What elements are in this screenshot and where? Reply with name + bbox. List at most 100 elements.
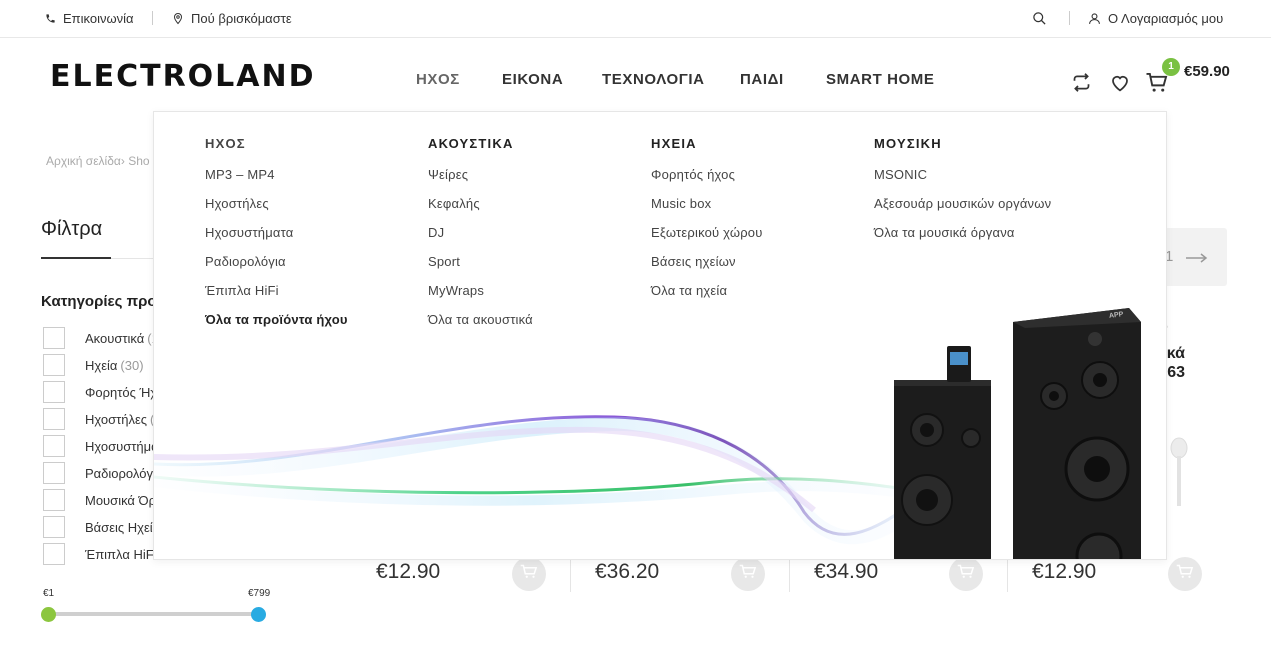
breadcrumb-current[interactable]: Sho [128, 154, 149, 168]
product-price: €12.90 [1032, 560, 1097, 583]
category-label: Μουσικά Όρ [85, 492, 157, 508]
product-price: €34.90 [814, 560, 879, 583]
top-bar: Επικοινωνία Πού βρισκόμαστε Ο Λογαριασμό… [0, 0, 1271, 38]
checkbox[interactable] [43, 543, 65, 565]
megamenu-heading[interactable]: ΜΟΥΣΙΚΗ [874, 136, 1051, 151]
contact-link[interactable]: Επικοινωνία [45, 11, 134, 26]
product-price: €12.90 [376, 560, 441, 583]
megamenu-link[interactable]: Εξωτερικού χώρου [651, 225, 763, 254]
product-price: €36.20 [595, 560, 660, 583]
heart-icon[interactable] [1109, 72, 1131, 98]
megamenu-column-speakers: ΗΧΕΙΑ Φορητός ήχος Music box Εξωτερικού … [651, 136, 763, 312]
megamenu-link-all[interactable]: Όλα τα μουσικά όργανα [874, 225, 1051, 254]
megamenu-link[interactable]: Music box [651, 196, 763, 225]
megamenu-link[interactable]: DJ [428, 225, 533, 254]
checkbox[interactable] [43, 381, 65, 403]
logo-text: ELECTROLAND [50, 58, 316, 94]
location-link[interactable]: Πού βρισκόμαστε [172, 11, 292, 26]
megamenu-column-music: ΜΟΥΣΙΚΗ MSONIC Αξεσουάρ μουσικών οργάνων… [874, 136, 1051, 254]
price-slider-min-handle[interactable] [41, 607, 56, 622]
column-divider [570, 560, 571, 592]
search-button[interactable] [1032, 11, 1047, 26]
megamenu-column-sound: ΗΧΟΣ MP3 – MP4 Ηχοστήλες Ηχοσυστήματα Ρα… [205, 136, 348, 341]
megamenu-link[interactable]: MSONIC [874, 167, 1051, 196]
megamenu-link[interactable]: Ηχοσυστήματα [205, 225, 348, 254]
checkbox[interactable] [43, 516, 65, 538]
megamenu-link[interactable]: Φορητός ήχος [651, 167, 763, 196]
megamenu-heading[interactable]: ΗΧΟΣ [205, 136, 348, 151]
column-divider [1007, 560, 1008, 592]
category-count: (30) [120, 357, 144, 373]
account-label: Ο Λογαριασμός μου [1108, 11, 1224, 26]
price-max-label: €799 [248, 588, 271, 599]
map-pin-icon [172, 12, 184, 25]
megamenu-heading[interactable]: ΑΚΟΥΣΤΙΚΑ [428, 136, 533, 151]
megamenu-link-all[interactable]: Όλα τα ακουστικά [428, 312, 533, 341]
checkbox[interactable] [43, 408, 65, 430]
cart-count-badge: 1 [1162, 58, 1180, 76]
megamenu-column-headphones: ΑΚΟΥΣΤΙΚΑ Ψείρες Κεφαλής DJ Sport MyWrap… [428, 136, 533, 341]
megamenu-link[interactable]: MyWraps [428, 283, 533, 312]
phone-icon [45, 13, 56, 24]
mega-menu: APP ΗΧΟΣ MP3 – MP4 Ηχοστήλες Ηχοσυστήματ… [153, 111, 1167, 560]
megamenu-link[interactable]: Έπιπλα HiFi [205, 283, 348, 312]
location-label: Πού βρισκόμαστε [191, 11, 292, 26]
site-logo[interactable]: ELECTROLAND [50, 58, 316, 94]
cart-icon [520, 564, 538, 584]
arrow-right-icon[interactable] [1186, 250, 1208, 268]
filters-title[interactable]: Φίλτρα [41, 218, 102, 241]
nav-item-smart-home[interactable]: SMART HOME [826, 71, 935, 88]
nav-item-sound[interactable]: ΗΧΟΣ [416, 71, 460, 88]
filters-tab-underline [41, 257, 111, 259]
account-link[interactable]: Ο Λογαριασμός μου [1088, 11, 1223, 26]
price-slider-track[interactable] [48, 612, 258, 616]
checkbox[interactable] [43, 327, 65, 349]
megamenu-link[interactable]: MP3 – MP4 [205, 167, 348, 196]
category-label: Έπιπλα HiFi [85, 546, 157, 562]
category-label: Ραδιορολόγι [85, 465, 156, 481]
breadcrumb: Αρχική σελίδα› Sho [46, 154, 150, 168]
category-label: Ηχεία [85, 357, 118, 373]
megamenu-link[interactable]: Κεφαλής [428, 196, 533, 225]
cart-total[interactable]: €59.90 [1184, 63, 1230, 80]
checkbox[interactable] [43, 489, 65, 511]
add-to-cart-button[interactable] [731, 557, 765, 591]
contact-label: Επικοινωνία [63, 11, 134, 26]
checkbox[interactable] [43, 462, 65, 484]
price-slider-max-handle[interactable] [251, 607, 266, 622]
category-label: Ηχοσυστήμα [85, 438, 159, 454]
megamenu-heading[interactable]: ΗΧΕΙΑ [651, 136, 763, 151]
megamenu-link[interactable]: Βάσεις ηχείων [651, 254, 763, 283]
earphone-image[interactable] [1165, 436, 1190, 516]
speaker-left-image [894, 346, 991, 559]
breadcrumb-home[interactable]: Αρχική σελίδα [46, 154, 121, 168]
category-label: Βάσεις Ηχεί [85, 519, 153, 535]
megamenu-link[interactable]: Αξεσουάρ μουσικών οργάνων [874, 196, 1051, 225]
categories-title: Κατηγορίες προ [41, 293, 157, 310]
megamenu-link[interactable]: Ηχοστήλες [205, 196, 348, 225]
megamenu-link-all[interactable]: Όλα τα προϊόντα ήχου [205, 312, 348, 341]
add-to-cart-button[interactable] [949, 557, 983, 591]
megamenu-link[interactable]: Sport [428, 254, 533, 283]
checkbox[interactable] [43, 354, 65, 376]
nav-item-image[interactable]: ΕΙΚΟΝΑ [502, 71, 563, 88]
nav-item-kids[interactable]: ΠΑΙΔΙ [740, 71, 784, 88]
nav-item-technology[interactable]: ΤΕΧΝΟΛΟΓΙΑ [602, 71, 705, 88]
column-divider [789, 560, 790, 592]
topbar-divider [152, 11, 153, 25]
cart-icon[interactable] [1145, 72, 1169, 98]
megamenu-link-all[interactable]: Όλα τα ηχεία [651, 283, 763, 312]
megamenu-link[interactable]: Ραδιορολόγια [205, 254, 348, 283]
category-label: Ακουστικά [85, 330, 145, 346]
checkbox[interactable] [43, 435, 65, 457]
search-icon [1032, 11, 1047, 26]
category-label: Ηχοστήλες [85, 411, 148, 427]
add-to-cart-button[interactable] [1168, 557, 1202, 591]
topbar-divider [1069, 11, 1070, 25]
compare-icon[interactable] [1071, 72, 1092, 98]
breadcrumb-separator: › [120, 154, 125, 168]
megamenu-link[interactable]: Ψείρες [428, 167, 533, 196]
cart-icon [1176, 564, 1194, 584]
price-min-label: €1 [43, 588, 55, 599]
add-to-cart-button[interactable] [512, 557, 546, 591]
